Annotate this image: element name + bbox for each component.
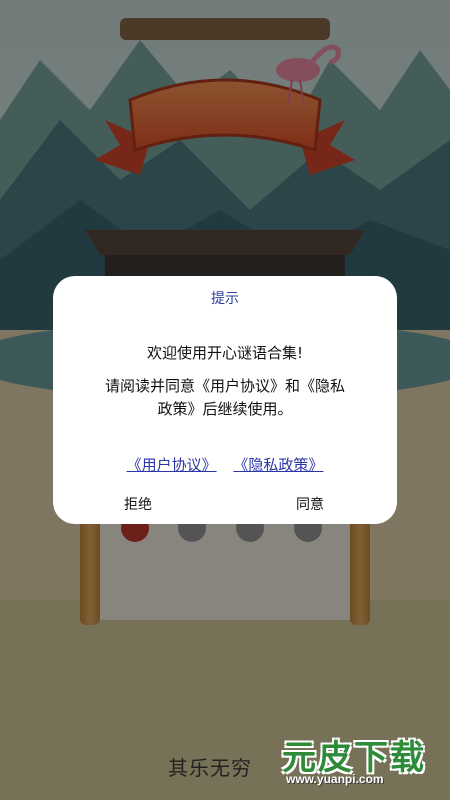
- privacy-consent-dialog: 提示 欢迎使用开心谜语合集! 请阅读并同意《用户协议》和《隐私 政策》后继续使用…: [53, 276, 397, 524]
- policy-links: 《用户协议》 《隐私政策》: [53, 454, 397, 475]
- watermark-url: www.yuanpi.com: [286, 772, 384, 786]
- consent-text-line-1: 请阅读并同意《用户协议》和《隐私: [104, 377, 345, 395]
- reject-button[interactable]: 拒绝: [88, 494, 188, 514]
- agree-button[interactable]: 同意: [260, 494, 360, 514]
- user-agreement-link[interactable]: 《用户协议》: [127, 456, 217, 474]
- welcome-text: 欢迎使用开心谜语合集!: [146, 344, 303, 362]
- dialog-title: 提示: [211, 291, 239, 307]
- privacy-policy-link[interactable]: 《隐私政策》: [233, 456, 323, 474]
- consent-text-line-2: 政策》后继续使用。: [157, 400, 293, 418]
- footer-slogan: 其乐无穷: [168, 756, 252, 780]
- site-watermark: 元皮下载 www.yuanpi.com: [268, 722, 443, 790]
